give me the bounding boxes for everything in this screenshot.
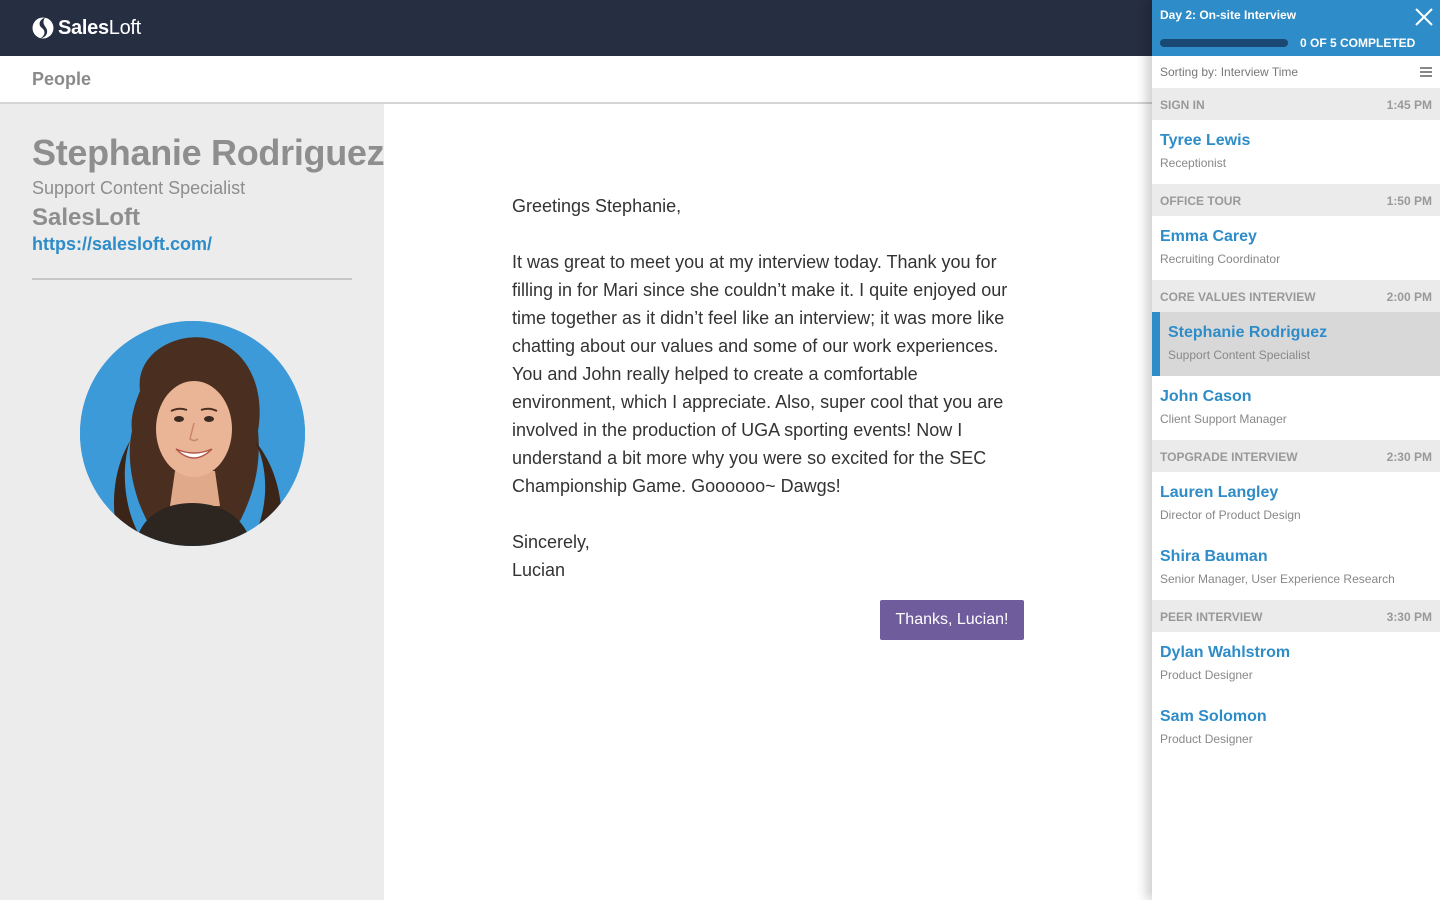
person-role: Receptionist: [1160, 156, 1227, 170]
section-topgrade-interview: TOPGRADE INTERVIEW 2:30 PM: [1152, 440, 1440, 472]
person-name: Shira Bauman: [1160, 548, 1268, 565]
close-icon[interactable]: [1414, 7, 1434, 27]
section-core-values-interview: CORE VALUES INTERVIEW 2:00 PM: [1152, 280, 1440, 312]
list-item-person[interactable]: Shira Bauman Senior Manager, User Experi…: [1152, 536, 1440, 600]
person-name: Stephanie Rodriguez: [1168, 324, 1328, 341]
profile-job-title: Support Content Specialist: [32, 178, 246, 198]
section-office-tour: OFFICE TOUR 1:50 PM: [1152, 184, 1440, 216]
profile-sidebar: Stephanie Rodriguez Support Content Spec…: [0, 104, 385, 900]
person-name: Sam Solomon: [1160, 708, 1267, 725]
section-title: SIGN IN: [1160, 98, 1205, 112]
section-sign-in: SIGN IN 1:45 PM: [1152, 88, 1440, 120]
person-role: Product Designer: [1160, 668, 1253, 682]
person-role: Director of Product Design: [1160, 508, 1301, 522]
person-name: Tyree Lewis: [1160, 132, 1251, 149]
section-time: 1:50 PM: [1386, 194, 1432, 208]
list-item-person[interactable]: Lauren Langley Director of Product Desig…: [1152, 472, 1440, 536]
panel-header: Day 2: On-site Interview 0 OF 5 COMPLETE…: [1152, 0, 1440, 56]
list-item-person[interactable]: Dylan Wahlstrom Product Designer: [1152, 632, 1440, 696]
list-item-person[interactable]: Emma Carey Recruiting Coordinator: [1152, 216, 1440, 280]
list-item-person[interactable]: Sam Solomon Product Designer: [1152, 696, 1440, 760]
list-item-person[interactable]: John Cason Client Support Manager: [1152, 376, 1440, 440]
selected-indicator: [1152, 312, 1160, 376]
thank-you-letter: Greetings Stephanie, It was great to mee…: [512, 192, 1024, 584]
avatar-photo: [80, 321, 305, 546]
avatar: [80, 321, 305, 546]
salesloft-logo-icon: [32, 17, 54, 39]
logo-text: SalesLoft: [58, 16, 141, 39]
letter-signature: Lucian: [512, 560, 566, 580]
profile-company: SalesLoft: [32, 204, 141, 231]
letter-greeting: Greetings Stephanie,: [512, 196, 682, 216]
salesloft-logo[interactable]: SalesLoft: [32, 16, 141, 40]
profile-company-link[interactable]: https://salesloft.com/: [32, 234, 212, 255]
list-item-person-selected[interactable]: Stephanie Rodriguez Support Content Spec…: [1152, 312, 1440, 376]
section-title: TOPGRADE INTERVIEW: [1160, 450, 1298, 464]
sort-bar: Sorting by: Interview Time: [1152, 56, 1440, 88]
hamburger-menu-icon[interactable]: [1420, 67, 1432, 77]
sort-label: Sorting by: Interview Time: [1160, 65, 1299, 79]
progress-bar: [1160, 39, 1288, 47]
person-role: Senior Manager, User Experience Research: [1160, 572, 1395, 586]
interview-schedule-panel: Day 2: On-site Interview 0 OF 5 COMPLETE…: [1152, 0, 1440, 900]
letter-closing: Sincerely,: [512, 532, 590, 552]
section-title: OFFICE TOUR: [1160, 194, 1242, 208]
panel-title: Day 2: On-site Interview: [1160, 8, 1297, 22]
section-time: 1:45 PM: [1386, 98, 1432, 112]
section-time: 3:30 PM: [1386, 610, 1432, 624]
person-name: John Cason: [1160, 388, 1252, 405]
page-title: People: [32, 69, 92, 89]
list-item-person[interactable]: Tyree Lewis Receptionist: [1152, 120, 1440, 184]
person-role: Recruiting Coordinator: [1160, 252, 1281, 266]
section-time: 2:00 PM: [1386, 290, 1432, 304]
progress-text: 0 OF 5 COMPLETED: [1300, 36, 1416, 50]
person-name: Emma Carey: [1160, 228, 1257, 245]
section-title: CORE VALUES INTERVIEW: [1160, 290, 1316, 304]
person-role: Support Content Specialist: [1168, 348, 1311, 362]
section-peer-interview: PEER INTERVIEW 3:30 PM: [1152, 600, 1440, 632]
section-title: PEER INTERVIEW: [1160, 610, 1263, 624]
profile-divider: [32, 278, 352, 280]
person-role: Client Support Manager: [1160, 412, 1287, 426]
person-name: Dylan Wahlstrom: [1160, 644, 1291, 661]
person-role: Product Designer: [1160, 732, 1253, 746]
section-time: 2:30 PM: [1386, 450, 1432, 464]
letter-body: It was great to meet you at my interview…: [512, 252, 1008, 496]
profile-name: Stephanie Rodriguez: [32, 132, 385, 173]
thanks-button[interactable]: Thanks, Lucian!: [880, 600, 1024, 640]
person-name: Lauren Langley: [1160, 484, 1279, 501]
